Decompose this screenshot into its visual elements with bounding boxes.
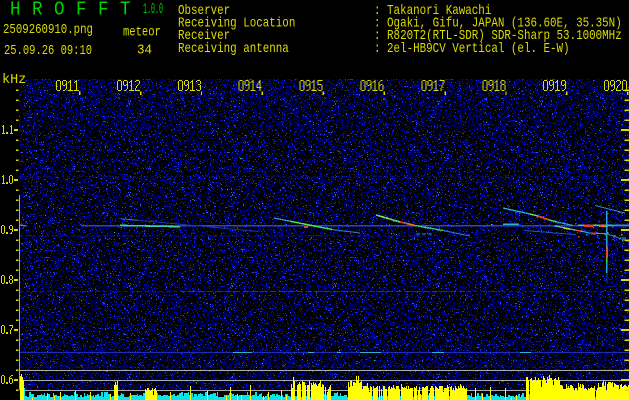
svg-text:1.0.0: 1.0.0	[143, 3, 163, 18]
svg-text:25.09.26 09:10: 25.09.26 09:10	[4, 43, 92, 59]
svg-text:34: 34	[137, 42, 152, 58]
svg-text:kHz: kHz	[2, 73, 26, 88]
svg-text:Receiving antenna: Receiving antenna	[178, 41, 289, 56]
svg-text:: 2el-HB9CV Vertical (el. E-W): : 2el-HB9CV Vertical (el. E-W)	[374, 41, 570, 56]
svg-text:meteor: meteor	[123, 24, 161, 40]
svg-text:HROFFT: HROFFT	[10, 0, 142, 21]
svg-text:2509260910.png: 2509260910.png	[3, 22, 93, 38]
